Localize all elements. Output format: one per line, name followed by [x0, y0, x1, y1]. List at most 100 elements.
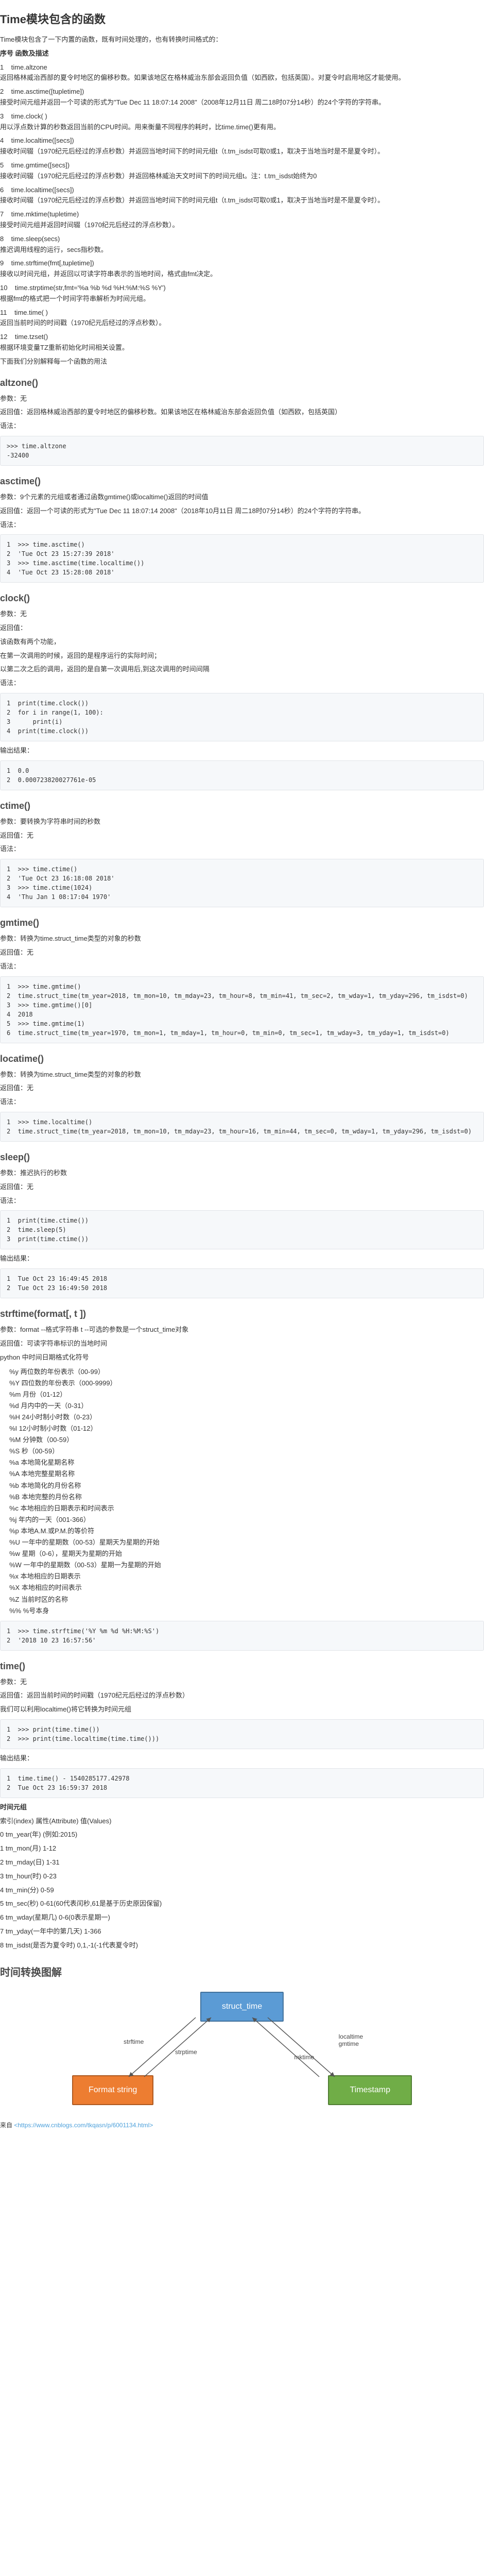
sleep-syntax-label: 语法： — [0, 1196, 484, 1207]
format-symbol-item: %M 分钟数（00-59） — [9, 1434, 484, 1446]
gmtime-code: 1 >>> time.gmtime() 2 time.struct_time(t… — [0, 976, 484, 1043]
function-item: 3 time.clock( ) 用以浮点数计算的秒数返回当前的CPU时间。用来衡… — [0, 111, 484, 133]
clock-output-label: 输出结果： — [0, 745, 484, 756]
attribute-item: 6 tm_wday(星期几) 0-6(0表示星期一) — [0, 1912, 484, 1923]
sleep-heading: sleep() — [0, 1152, 484, 1163]
clock-syntax-label: 语法： — [0, 678, 484, 689]
struct-time-box: struct_time — [200, 1992, 284, 2022]
sleep-params: 参数：推迟执行的秒数 — [0, 1168, 484, 1179]
ctime-return: 返回值：无 — [0, 831, 484, 841]
attribute-item: 1 tm_mon(月) 1-12 — [0, 1843, 484, 1854]
format-symbol-list: %y 两位数的年份表示（00-99）%Y 四位数的年份表示（000-9999）%… — [0, 1366, 484, 1617]
altzone-params: 参数：无 — [0, 394, 484, 404]
time-result-label: 输出结果： — [0, 1753, 484, 1764]
function-item: 12 time.tzset() 根据环境变量TZ重新初始化时间相关设置。 — [0, 332, 484, 353]
attribute-list: 0 tm_year(年) (例如:2015) 1 tm_mon(月) 1-12 2 … — [0, 1829, 484, 1951]
attribute-item: 5 tm_sec(秒) 0-61(60代表闰秒,61是基于历史原因保留) — [0, 1899, 484, 1909]
attribute-item: 7 tm_yday(一年中的第几天) 1-366 — [0, 1926, 484, 1937]
strftime-format-label: python 中时间日期格式化符号 — [0, 1352, 484, 1363]
ctime-syntax-label: 语法： — [0, 844, 484, 855]
time-code: 1 >>> print(time.time()) 2 >>> print(tim… — [0, 1719, 484, 1749]
clock-code: 1 print(time.clock()) 2 for i in range(1… — [0, 693, 484, 741]
clock-return: 返回值： — [0, 623, 484, 634]
attribute-item: 0 tm_year(年) (例如:2015) — [0, 1829, 484, 1840]
format-symbol-item: %A 本地完整星期名称 — [9, 1468, 484, 1480]
format-symbol-item: %m 月份（01-12） — [9, 1389, 484, 1400]
function-item: 5 time.gmtime([secs]) 接收时间辍（1970纪元后经过的浮点… — [0, 160, 484, 182]
function-item: 2 time.asctime([tupletime]) 接受时间元组并返回一个可… — [0, 87, 484, 108]
asctime-syntax-label: 语法： — [0, 520, 484, 531]
format-string-box: Format string — [72, 2075, 153, 2105]
time-params: 参数：无 — [0, 1677, 484, 1688]
asctime-params: 参数：9个元素的元组或者通过函数gmtime()或localtime()返回的时… — [0, 492, 484, 503]
timestamp-box: Timestamp — [328, 2075, 412, 2105]
format-symbol-item: %% %号本身 — [9, 1605, 484, 1617]
time-heading: time() — [0, 1661, 484, 1672]
strftime-params: 参数：format --格式字符串 t --可选的参数是一个struct_tim… — [0, 1325, 484, 1335]
diagram-heading: 时间转换图解 — [0, 1964, 484, 1979]
clock-params: 参数：无 — [0, 609, 484, 620]
sub-intro: 下面我们分别解释每一个函数的用法 — [0, 357, 484, 367]
function-item: 1 time.altzone 返回格林威治西部的夏令时地区的偏移秒数。如果该地区… — [0, 62, 484, 84]
time-note: 我们可以利用localtime()将它转换为时间元组 — [0, 1704, 484, 1715]
localtime-gmtime-label: localtime gmtime — [339, 2033, 363, 2047]
attribute-item: 8 tm_isdst(是否为夏令时) 0,1,-1(-1代表夏令时) — [0, 1940, 484, 1951]
function-item: 11 time.time( ) 返回当前时间的时间戳（1970纪元后经过的浮点秒… — [0, 308, 484, 329]
locatime-return: 返回值：无 — [0, 1083, 484, 1094]
attribute-item: 3 tm_hour(时) 0-23 — [0, 1871, 484, 1882]
strptime-label: strptime — [175, 2048, 197, 2056]
function-item: 9 time.strftime(fmt[,tupletime]) 接收以时间元组… — [0, 258, 484, 280]
time-return: 返回值：返回当前时间的时间戳（1970纪元后经过的浮点秒数） — [0, 1690, 484, 1701]
attribute-item: 2 tm_mday(日) 1-31 — [0, 1857, 484, 1868]
clock-note3: 以第二次之后的调用，返回的是自第一次调用后,到这次调用的时间间隔 — [0, 664, 484, 675]
strftime-label: strftime — [124, 2038, 144, 2045]
clock-note2: 在第一次调用的时候，返回的是程序运行的实际时间； — [0, 651, 484, 662]
source-line: 来自 <https://www.cnblogs.com/tkqasn/p/600… — [0, 2121, 484, 2130]
format-symbol-item: %S 秒（00-59） — [9, 1446, 484, 1457]
clock-heading: clock() — [0, 593, 484, 604]
format-symbol-item: %d 月内中的一天（0-31） — [9, 1400, 484, 1412]
format-symbol-item: %y 两位数的年份表示（00-99） — [9, 1366, 484, 1378]
sleep-output: 1 Tue Oct 23 16:49:45 2018 2 Tue Oct 23 … — [0, 1268, 484, 1298]
intro-text: Time模块包含了一下内置的函数，既有时间处理的，也有转换时间格式的： — [0, 35, 484, 45]
format-symbol-item: %a 本地简化星期名称 — [9, 1457, 484, 1468]
function-item: 8 time.sleep(secs) 推迟调用线程的运行，secs指秒数。 — [0, 234, 484, 256]
strftime-code: 1 >>> time.strftime('%Y %m %d %H:%M:%S')… — [0, 1621, 484, 1651]
time-conversion-diagram: struct_time Format string Timestamp strf… — [0, 1987, 484, 2110]
ctime-code: 1 >>> time.ctime() 2 'Tue Oct 23 16:18:0… — [0, 859, 484, 907]
format-symbol-item: %j 年内的一天（001-366） — [9, 1514, 484, 1526]
asctime-return: 返回值：返回一个可读的形式为"Tue Dec 11 18:07:14 2008"… — [0, 506, 484, 517]
format-symbol-item: %W 一年中的星期数（00-53）星期一为星期的开始 — [9, 1560, 484, 1571]
altzone-heading: altzone() — [0, 378, 484, 388]
asctime-heading: asctime() — [0, 476, 484, 487]
gmtime-heading: gmtime() — [0, 918, 484, 928]
gmtime-return: 返回值：无 — [0, 947, 484, 958]
format-symbol-item: %w 星期（0-6），星期天为星期的开始 — [9, 1548, 484, 1560]
mktime-label: mktime — [294, 2054, 314, 2061]
altzone-syntax-label: 语法： — [0, 421, 484, 432]
table-header: 序号 函数及描述 — [0, 48, 484, 59]
locatime-heading: locatime() — [0, 1054, 484, 1064]
format-symbol-item: %p 本地A.M.或P.M.的等价符 — [9, 1526, 484, 1537]
source-link[interactable]: <https://www.cnblogs.com/tkqasn/p/600113… — [14, 2122, 153, 2129]
function-list: 1 time.altzone 返回格林威治西部的夏令时地区的偏移秒数。如果该地区… — [0, 62, 484, 353]
format-symbol-item: %x 本地相应的日期表示 — [9, 1571, 484, 1582]
format-symbol-item: %c 本地相应的日期表示和时间表示 — [9, 1503, 484, 1514]
format-symbol-item: %I 12小时制小时数（01-12） — [9, 1423, 484, 1434]
sleep-output-label: 输出结果： — [0, 1253, 484, 1264]
sleep-code: 1 print(time.ctime()) 2 time.sleep(5) 3 … — [0, 1210, 484, 1249]
locatime-syntax-label: 语法： — [0, 1097, 484, 1108]
format-symbol-item: %B 本地完整的月份名称 — [9, 1492, 484, 1503]
strftime-heading: strftime(format[, t ]) — [0, 1309, 484, 1319]
sleep-return: 返回值：无 — [0, 1182, 484, 1193]
locatime-params: 参数：转换为time.struct_time类型的对象的秒数 — [0, 1070, 484, 1080]
format-symbol-item: %Y 四位数的年份表示（000-9999） — [9, 1378, 484, 1389]
page-title: Time模块包含的函数 — [0, 10, 484, 27]
function-item: 7 time.mktime(tupletime) 接受时间元组并返回时间辍（19… — [0, 209, 484, 231]
function-item: 10 time.strptime(str,fmt='%a %b %d %H:%M… — [0, 283, 484, 304]
gmtime-syntax-label: 语法： — [0, 961, 484, 972]
function-item: 4 time.localtime([secs]) 接收时间辍（1970纪元后经过… — [0, 135, 484, 157]
asctime-code: 1 >>> time.asctime() 2 'Tue Oct 23 15:27… — [0, 534, 484, 583]
altzone-return: 返回值：返回格林威治西部的夏令时地区的偏移秒数。如果该地区在格林威治东部会返回负… — [0, 407, 484, 418]
clock-note1: 该函数有两个功能， — [0, 637, 484, 648]
